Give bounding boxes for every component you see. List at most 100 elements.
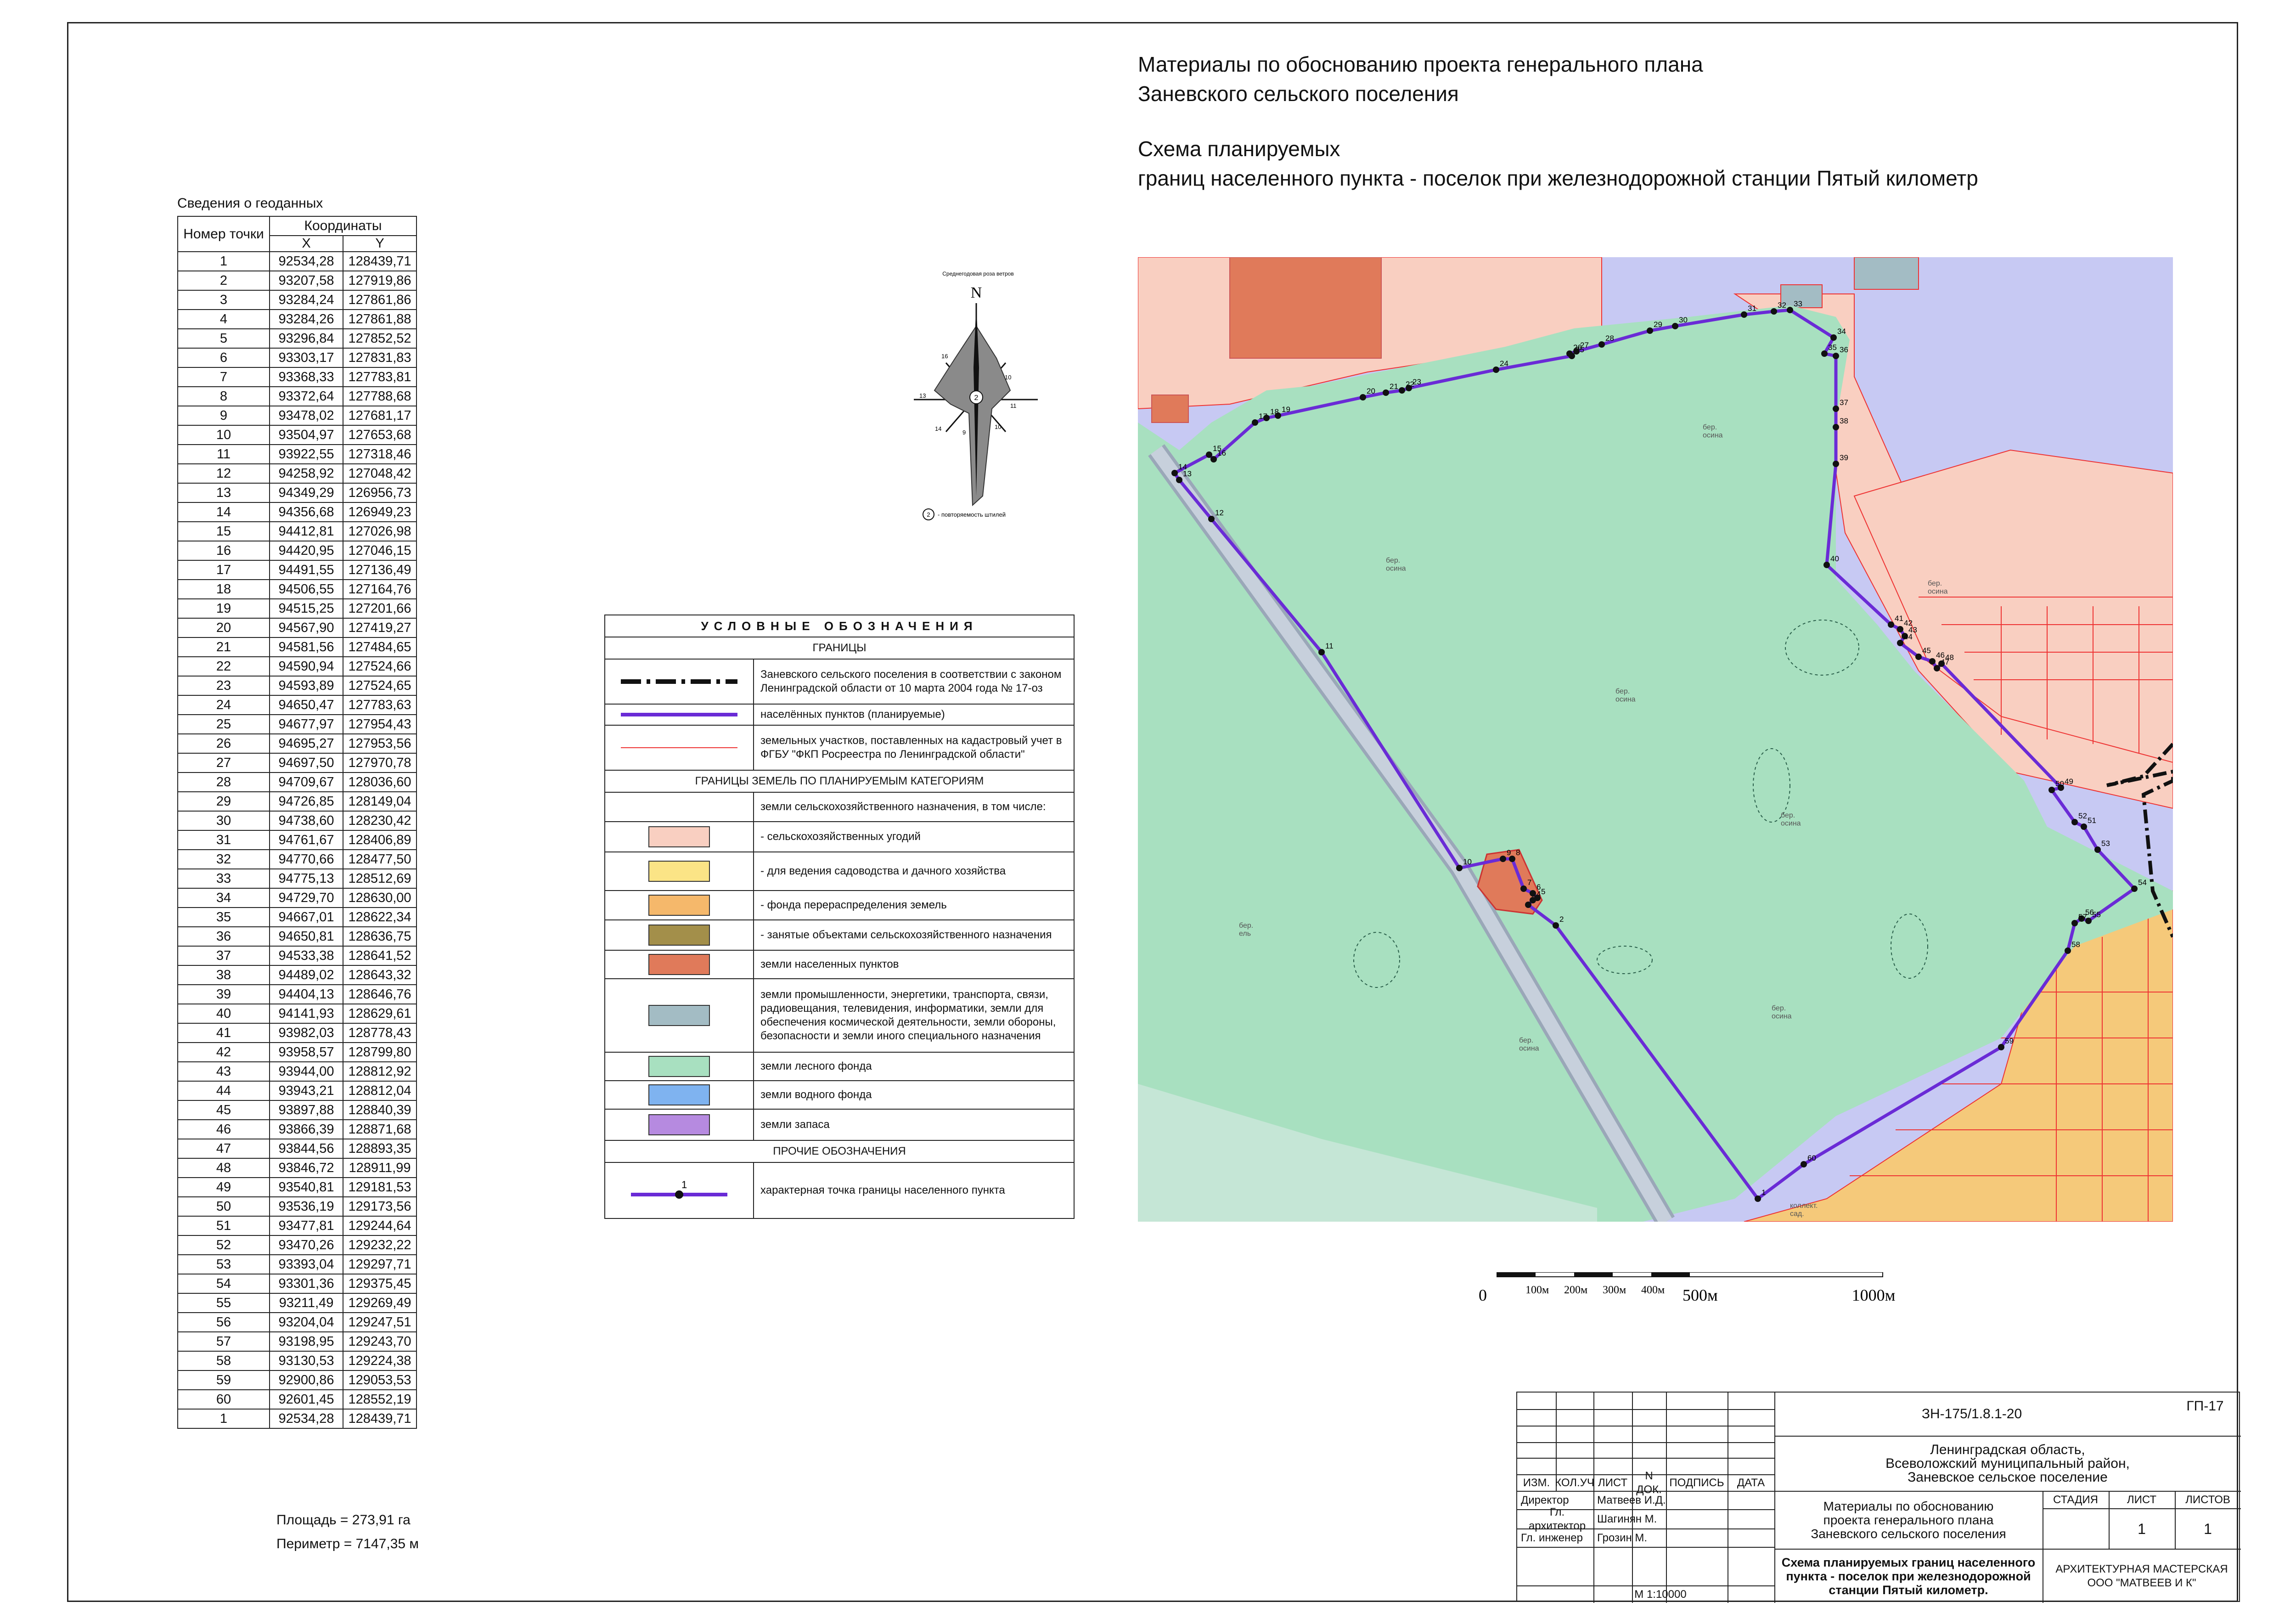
- coord-y: 127783,81: [343, 367, 417, 387]
- legend-title-row: УСЛОВНЫЕ ОБОЗНАЧЕНИЯ: [605, 615, 1074, 637]
- coord-y: 128230,42: [343, 811, 417, 831]
- legend-text-agri-total: земли сельскохозяйственного назначения, …: [760, 801, 1046, 813]
- point-number: 26: [177, 733, 270, 754]
- point-number: 32: [177, 849, 270, 869]
- scale-bar: 0 100м 200м 300м 400м 500м 1000м: [1479, 1272, 1895, 1304]
- point-number: 18: [177, 579, 270, 599]
- boundary-point-label: 45: [1922, 646, 1931, 655]
- coord-x: 93130,53: [269, 1351, 343, 1371]
- coord-y: 127048,42: [343, 463, 417, 484]
- boundary-point: [1938, 660, 1945, 667]
- tb-h-list: ЛИСТ: [1598, 1477, 1628, 1489]
- legend-row-settlement-border: населённых пунктов (планируемые): [605, 705, 1074, 726]
- point-number: 19: [177, 598, 270, 619]
- boundary-point: [1830, 334, 1837, 341]
- tb-h-ndok: N ДОК.: [1636, 1470, 1662, 1496]
- coord-x: 93958,57: [269, 1042, 343, 1062]
- boundary-point: [1833, 424, 1839, 430]
- geodata-row: 1 92534,28 128439,71: [177, 251, 417, 271]
- scale-segment: [1574, 1272, 1613, 1277]
- coord-y: 128840,39: [343, 1100, 417, 1120]
- rose-label-9: 9: [962, 429, 966, 436]
- geodata-row: 43 93944,00 128812,92: [177, 1061, 417, 1082]
- boundary-point: [1833, 406, 1839, 412]
- coord-y: 128630,00: [343, 888, 417, 908]
- swatch-water: [648, 1084, 710, 1105]
- coord-y: 127852,52: [343, 328, 417, 349]
- cadastral-border-symbol: [605, 726, 754, 770]
- tb-list-value: 1: [2138, 1521, 2146, 1537]
- boundary-point: [1573, 348, 1580, 355]
- coord-x: 94533,38: [269, 946, 343, 966]
- point-number: 16: [177, 541, 270, 561]
- legend-section-categories-label: ГРАНИЦЫ ЗЕМЕЛЬ ПО ПЛАНИРУЕМЫМ КАТЕГОРИЯМ: [695, 775, 984, 787]
- coord-y: 126949,23: [343, 502, 417, 522]
- geodata-row: 27 94697,50 127970,78: [177, 753, 417, 773]
- coord-x: 93844,56: [269, 1139, 343, 1159]
- col-point-header: Номер точки: [177, 216, 270, 252]
- geodata-row: 57 93198,95 129243,70: [177, 1331, 417, 1352]
- point-number: 5: [177, 328, 270, 349]
- boundary-point-label: 54: [2138, 878, 2147, 887]
- geodata-row: 44 93943,21 128812,04: [177, 1081, 417, 1101]
- legend-row-water: земли водного фонда: [605, 1081, 1074, 1110]
- boundary-point: [1771, 308, 1777, 315]
- coord-x: 94667,01: [269, 907, 343, 927]
- point-number: 23: [177, 676, 270, 696]
- point-number: 47: [177, 1139, 270, 1159]
- tb-code: ЗН-175/1.8.1-20: [1921, 1406, 2022, 1421]
- boundary-point-label: 10: [1463, 857, 1472, 866]
- scale-segment: [1651, 1272, 1690, 1277]
- tb-lists-value: 1: [2204, 1521, 2212, 1537]
- boundary-point-label: 19: [1282, 405, 1290, 414]
- boundary-point: [1566, 350, 1573, 357]
- swatch-agri: [648, 826, 710, 847]
- boundary-point: [1553, 922, 1559, 929]
- tb-h-izm: ИЗМ.: [1523, 1477, 1550, 1489]
- legend-row-point: 1 характерная точка границы населенного …: [605, 1163, 1074, 1218]
- wind-rose: Среднегодовая роза ветров N 2 16 10 13 1…: [914, 271, 1038, 520]
- coord-x: 94761,67: [269, 830, 343, 850]
- point-number: 30: [177, 811, 270, 831]
- point-number: 56: [177, 1312, 270, 1332]
- point-number: 27: [177, 753, 270, 773]
- boundary-point: [1530, 890, 1536, 897]
- point-symbol: 1: [605, 1163, 754, 1218]
- boundary-point-label: 52: [2078, 812, 2087, 820]
- coord-x: 93478,02: [269, 406, 343, 426]
- coord-x: 92601,45: [269, 1389, 343, 1410]
- boundary-point-label: 48: [1945, 653, 1954, 662]
- point-number: 9: [177, 406, 270, 426]
- legend-row-redistrib: - фонда перераспределения земель: [605, 891, 1074, 920]
- boundary-point-label: 58: [2071, 940, 2080, 949]
- geodata-row: 4 93284,26 127861,88: [177, 309, 417, 329]
- boundary-point: [2071, 819, 2078, 825]
- col-coords-header: Координаты: [269, 216, 417, 236]
- coord-y: 128812,04: [343, 1081, 417, 1101]
- geodata-row: 35 94667,01 128622,34: [177, 907, 417, 927]
- settlement-border-symbol: [605, 705, 754, 725]
- legend-text-redistrib: - фонда перераспределения земель: [760, 899, 947, 911]
- coord-x: 94356,68: [269, 502, 343, 522]
- rose-label-14: 14: [935, 425, 941, 432]
- calm-legend-value: 2: [927, 511, 930, 518]
- legend-text-agri-obj: - занятые объектами сельскохозяйственног…: [760, 929, 1052, 941]
- col-x-header: X: [269, 235, 343, 252]
- geodata-row: 46 93866,39 128871,68: [177, 1119, 417, 1139]
- geodata-row: 26 94695,27 127953,56: [177, 733, 417, 754]
- coord-y: 127861,86: [343, 290, 417, 310]
- boundary-point: [1534, 895, 1541, 901]
- boundary-point: [1252, 419, 1258, 426]
- legend-text-garden: - для ведения садоводства и дачного хозя…: [760, 865, 1006, 877]
- coord-y: 127318,46: [343, 444, 417, 464]
- boundary-point-label: 29: [1654, 320, 1662, 329]
- boundary-point-label: 49: [2065, 777, 2073, 786]
- geodata-row: 24 94650,47 127783,63: [177, 695, 417, 715]
- geodata-row: 42 93958,57 128799,80: [177, 1042, 417, 1062]
- coord-x: 93198,95: [269, 1331, 343, 1352]
- geodata-row: 21 94581,56 127484,65: [177, 637, 417, 657]
- boundary-point-label: 34: [1837, 327, 1846, 336]
- point-number: 55: [177, 1293, 270, 1313]
- point-number: 36: [177, 926, 270, 947]
- legend-text-settlement-border: населённых пунктов (планируемые): [760, 708, 945, 721]
